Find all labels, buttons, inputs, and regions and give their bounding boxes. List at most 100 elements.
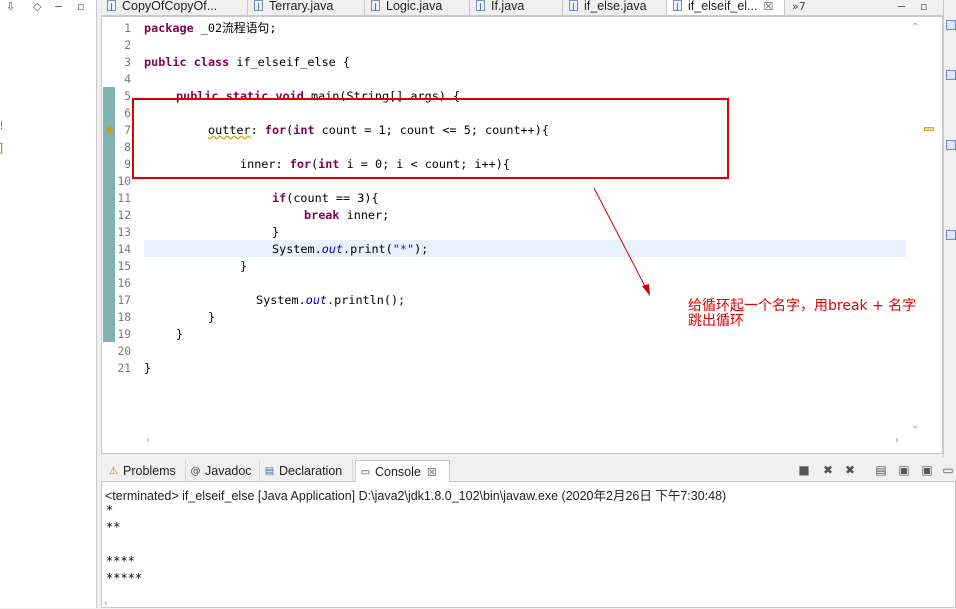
tab-label: Javadoc bbox=[205, 464, 252, 478]
collapse-all-icon[interactable]: ◇ bbox=[33, 0, 41, 13]
at-icon: @ bbox=[190, 466, 201, 478]
pin-console-icon[interactable]: ▣ bbox=[919, 462, 935, 478]
code-line-12: break inner; bbox=[304, 207, 389, 224]
tab-if-else[interactable]: Jif_else.java bbox=[563, 0, 667, 15]
editor-maximize-icon[interactable]: ▫ bbox=[920, 0, 927, 13]
code-line-17: System.out.println(); bbox=[256, 292, 405, 309]
output-line: ** bbox=[106, 520, 121, 534]
code-line-1: package _02流程语句; bbox=[144, 20, 276, 37]
warning-marker-icon[interactable]: ◉ bbox=[105, 124, 114, 135]
tab-label: if_else.java bbox=[584, 0, 647, 13]
line-number: 4 bbox=[124, 73, 131, 86]
output-line: * bbox=[106, 503, 114, 517]
line-number: 5 bbox=[124, 90, 131, 103]
bracket-marker: ] bbox=[0, 142, 4, 154]
minimize-icon[interactable]: − bbox=[54, 0, 63, 13]
tab-overflow-indicator[interactable]: »7 bbox=[792, 0, 806, 13]
clear-console-icon[interactable]: ▤ bbox=[873, 462, 889, 478]
tab-console[interactable]: ▭ Console ☒ bbox=[355, 460, 450, 482]
tab-label: if_elseif_el... bbox=[688, 0, 758, 13]
outline-view-icon[interactable] bbox=[946, 230, 956, 240]
tab-label: Declaration bbox=[279, 464, 343, 478]
line-number: 8 bbox=[124, 141, 131, 154]
editor-tab-bar: J CopyOfCopyOf... J Terrary.java J Logic.ja… bbox=[101, 0, 943, 16]
code-line-15: } bbox=[240, 259, 248, 273]
tab-terrary[interactable]: J Terrary.java bbox=[248, 0, 365, 15]
line-number: 2 bbox=[124, 39, 131, 52]
tab-copyofcopyof[interactable]: J CopyOfCopyOf... bbox=[101, 0, 248, 15]
tab-javadoc[interactable]: @ Javadoc bbox=[186, 460, 260, 482]
code-text-span: System. bbox=[256, 293, 306, 307]
output-line: **** bbox=[106, 554, 135, 568]
line-number: 12 bbox=[117, 209, 131, 222]
line-number: 20 bbox=[117, 345, 131, 358]
scroll-left-icon[interactable]: ‹ bbox=[146, 435, 150, 446]
scroll-down-icon[interactable]: ⌄ bbox=[911, 420, 919, 431]
field-out: out bbox=[321, 242, 344, 256]
maximize-icon[interactable]: ▫ bbox=[77, 0, 84, 13]
line-number: 14 bbox=[117, 243, 131, 256]
display-console-icon[interactable]: ▭ bbox=[940, 462, 956, 478]
console-status: <terminated> if_elseif_else [Java Applic… bbox=[105, 489, 727, 503]
keyword: package bbox=[144, 21, 194, 35]
line-number: 18 bbox=[117, 311, 131, 324]
tab-if[interactable]: J If.java bbox=[470, 0, 563, 15]
line-number: 7 bbox=[124, 124, 131, 137]
code-text[interactable]: package _02流程语句; public class if_elseif_… bbox=[144, 20, 904, 440]
code-text-span: .println(); bbox=[327, 293, 406, 307]
package-explorer-pane bbox=[0, 0, 97, 608]
tab-problems[interactable]: ⚠ Problems bbox=[104, 460, 186, 482]
keyword: class bbox=[193, 55, 230, 69]
code-text-span: _02流程语句; bbox=[193, 21, 277, 35]
code-line-18: } bbox=[208, 310, 216, 324]
line-number: 1 bbox=[124, 22, 131, 35]
keyword: if bbox=[272, 191, 287, 205]
editor-minimize-icon[interactable]: − bbox=[897, 0, 906, 13]
annotation-arrow bbox=[593, 187, 650, 296]
outline-icon[interactable] bbox=[946, 20, 956, 30]
field-out: out bbox=[305, 293, 328, 307]
console-icon: ▭ bbox=[360, 467, 371, 479]
tab-label: Terrary.java bbox=[269, 0, 334, 13]
code-text-span: System. bbox=[272, 242, 322, 256]
console-scroll-left-icon[interactable]: ‹ bbox=[104, 598, 108, 609]
line-number: 10 bbox=[117, 175, 131, 188]
tab-logic[interactable]: J Logic.java bbox=[365, 0, 470, 15]
code-line-11: if(count == 3){ bbox=[272, 190, 379, 207]
line-number: 17 bbox=[117, 294, 131, 307]
remove-launch-icon[interactable]: ✖ bbox=[820, 462, 836, 478]
code-text-span: .print( bbox=[343, 242, 393, 256]
problem-marker: ! bbox=[0, 120, 4, 132]
tab-label: Console bbox=[375, 465, 421, 479]
code-text-span: (count == 3){ bbox=[286, 191, 379, 205]
scroll-lock-icon[interactable]: ▣ bbox=[896, 462, 912, 478]
line-number: 21 bbox=[117, 362, 131, 375]
task-list-icon[interactable] bbox=[946, 70, 956, 80]
scroll-right-icon[interactable]: › bbox=[895, 435, 899, 446]
terminate-icon[interactable]: ■ bbox=[796, 462, 812, 478]
annotation-line-2: 跳出循环 bbox=[688, 313, 744, 329]
code-line-19: } bbox=[176, 327, 184, 341]
close-tab-icon[interactable]: ☒ bbox=[763, 1, 773, 13]
java-file-icon: J bbox=[107, 0, 116, 11]
scroll-up-icon[interactable]: ⌃ bbox=[911, 22, 919, 33]
tab-label: CopyOfCopyOf... bbox=[122, 0, 218, 13]
remove-all-icon[interactable]: ✖ bbox=[842, 462, 858, 478]
tab-label: If.java bbox=[491, 0, 525, 13]
highlight-box bbox=[132, 98, 729, 179]
annotation-line-1: 给循环起一个名字，用break + 名字 bbox=[688, 298, 917, 314]
tab-declaration[interactable]: ▤ Declaration bbox=[260, 460, 353, 482]
tab-if-elseif-else[interactable]: Jif_elseif_el... ☒ bbox=[667, 0, 785, 15]
code-line-3: public class if_elseif_else { bbox=[144, 54, 350, 71]
java-file-icon: J bbox=[569, 0, 578, 11]
view-menu-icon[interactable]: ⇩ bbox=[6, 0, 15, 13]
output-line: ***** bbox=[106, 571, 143, 585]
code-line-21: } bbox=[144, 361, 152, 375]
line-number: 11 bbox=[117, 192, 131, 205]
close-console-icon[interactable]: ☒ bbox=[427, 467, 437, 479]
line-number: 19 bbox=[117, 328, 131, 341]
problems-icon: ⚠ bbox=[109, 466, 118, 478]
overview-warning-marker[interactable] bbox=[924, 127, 934, 131]
connect-icon[interactable] bbox=[946, 140, 956, 150]
keyword: break bbox=[304, 208, 340, 222]
